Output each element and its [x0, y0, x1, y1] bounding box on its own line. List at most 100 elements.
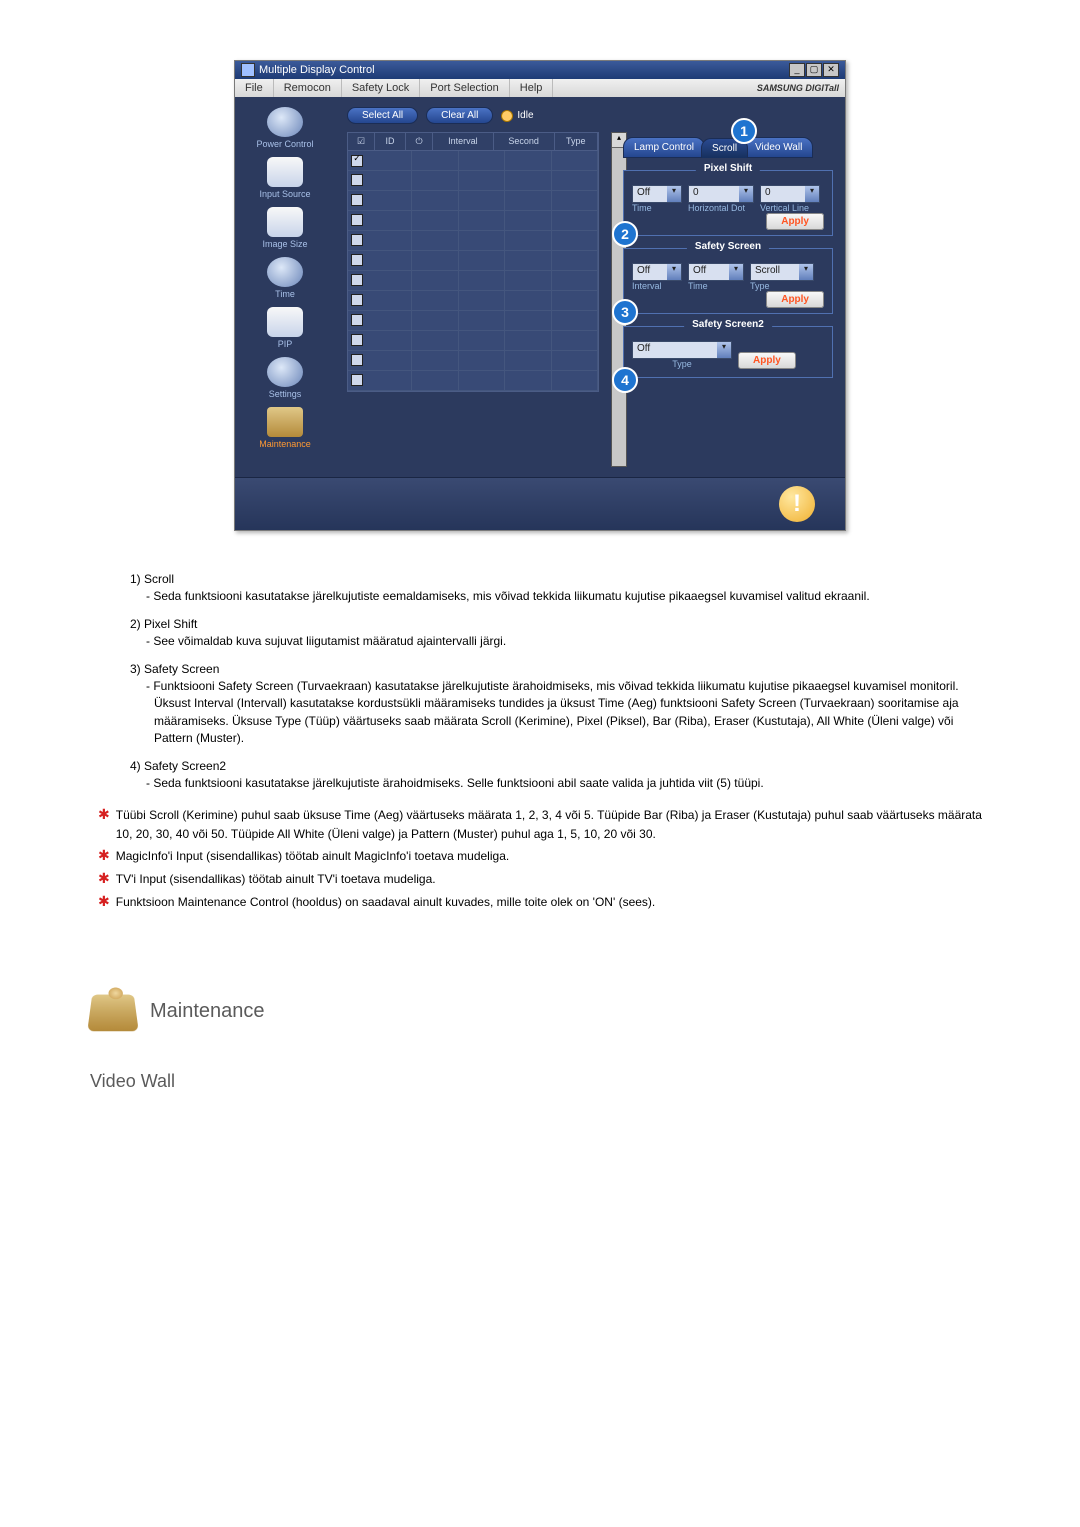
clear-all-button[interactable]: Clear All	[426, 107, 493, 124]
menu-file[interactable]: File	[235, 79, 274, 97]
doc-numbered-list: 1) Scroll- Seda funktsiooni kasutatakse …	[90, 571, 990, 792]
sidebar-label: Image Size	[262, 239, 307, 249]
tab-lamp[interactable]: Lamp Control	[623, 137, 705, 158]
maintenance-section-icon	[87, 995, 138, 1032]
tab-video-wall[interactable]: Video Wall	[744, 137, 813, 158]
warning-icon: !	[779, 486, 815, 522]
idle-indicator: Idle	[501, 110, 533, 122]
list-item-desc: - Seda funktsiooni kasutatakse järelkuju…	[130, 775, 990, 792]
grid-row[interactable]	[348, 171, 598, 191]
grid-header-check[interactable]: ☑	[348, 133, 375, 150]
window-title: Multiple Display Control	[259, 64, 375, 76]
grid-row[interactable]	[348, 231, 598, 251]
maintenance-icon	[267, 407, 303, 437]
power-icon	[267, 107, 303, 137]
image-icon	[267, 207, 303, 237]
field-label: Time	[632, 203, 682, 213]
safety-screen-legend: Safety Screen	[687, 241, 769, 252]
safety-screen2-group: Safety Screen2 Off▾ Type Apply 4	[623, 326, 833, 378]
grid-header-type: Type	[555, 133, 599, 150]
star-icon: ✱	[98, 806, 110, 843]
input-icon	[267, 157, 303, 187]
grid-header-second: Second	[494, 133, 555, 150]
chevron-down-icon: ▾	[805, 186, 819, 202]
pixel-shift-apply-button[interactable]: Apply	[766, 213, 824, 230]
note-text: Tüübi Scroll (Kerimine) puhul saab üksus…	[116, 806, 990, 843]
safety-type-select[interactable]: Scroll▾	[750, 263, 814, 281]
list-item-desc: - Funktsiooni Safety Screen (Turvaekraan…	[130, 678, 990, 748]
sidebar-item-settings[interactable]: Settings	[240, 357, 330, 399]
menu-port-selection[interactable]: Port Selection	[420, 79, 509, 97]
doc-notes: ✱Tüübi Scroll (Kerimine) puhul saab üksu…	[90, 806, 990, 911]
pixel-shift-vline-select[interactable]: 0▾	[760, 185, 820, 203]
star-icon: ✱	[98, 870, 110, 889]
select-all-button[interactable]: Select All	[347, 107, 418, 124]
sidebar-item-pip[interactable]: PIP	[240, 307, 330, 349]
app-icon	[241, 63, 255, 77]
safety-interval-select[interactable]: Off▾	[632, 263, 682, 281]
chevron-down-icon: ▾	[739, 186, 753, 202]
sidebar-item-input[interactable]: Input Source	[240, 157, 330, 199]
sidebar-label: Power Control	[256, 139, 313, 149]
field-label: Interval	[632, 281, 682, 291]
grid-row[interactable]	[348, 151, 598, 171]
safety2-type-select[interactable]: Off▾	[632, 341, 732, 359]
chevron-down-icon: ▾	[717, 342, 731, 358]
sidebar-label: PIP	[278, 339, 293, 349]
grid-row[interactable]	[348, 191, 598, 211]
grid-row[interactable]	[348, 271, 598, 291]
status-bar: !	[235, 477, 845, 530]
grid-row[interactable]	[348, 291, 598, 311]
field-label: Horizontal Dot	[688, 203, 754, 213]
list-item-desc: - See võimaldab kuva sujuvat liigutamist…	[130, 633, 990, 650]
maintenance-heading: Maintenance	[90, 991, 990, 1031]
safety-apply-button[interactable]: Apply	[766, 291, 824, 308]
callout-2: 2	[612, 221, 638, 247]
display-grid: ☑ ID ⏻ Interval Second Type	[347, 132, 599, 392]
callout-3: 3	[612, 299, 638, 325]
sidebar-item-time[interactable]: Time	[240, 257, 330, 299]
sidebar-item-image[interactable]: Image Size	[240, 207, 330, 249]
field-label: Type	[750, 281, 814, 291]
menu-safety-lock[interactable]: Safety Lock	[342, 79, 420, 97]
callout-4: 4	[612, 367, 638, 393]
sidebar: Power Control Input Source Image Size Ti…	[235, 97, 335, 477]
app-window: Multiple Display Control _ ▢ ✕ File Remo…	[234, 60, 846, 531]
maintenance-title: Maintenance	[150, 1000, 265, 1023]
grid-row[interactable]	[348, 211, 598, 231]
minimize-button[interactable]: _	[789, 63, 805, 77]
menu-help[interactable]: Help	[510, 79, 554, 97]
sidebar-label: Input Source	[259, 189, 310, 199]
settings-icon	[267, 357, 303, 387]
grid-row[interactable]	[348, 251, 598, 271]
pixel-shift-hdot-select[interactable]: 0▾	[688, 185, 754, 203]
close-button[interactable]: ✕	[823, 63, 839, 77]
safety-time-select[interactable]: Off▾	[688, 263, 744, 281]
sidebar-label: Time	[275, 289, 295, 299]
safety2-apply-button[interactable]: Apply	[738, 352, 796, 369]
sidebar-item-maintenance[interactable]: Maintenance	[240, 407, 330, 449]
list-item-title: 2) Pixel Shift	[130, 616, 990, 633]
field-label: Vertical Line	[760, 203, 820, 213]
sidebar-item-power[interactable]: Power Control	[240, 107, 330, 149]
grid-row[interactable]	[348, 351, 598, 371]
safety-screen-group: Safety Screen Off▾ Interval Off▾ Time	[623, 248, 833, 314]
chevron-down-icon: ▾	[667, 186, 681, 202]
time-icon	[267, 257, 303, 287]
maximize-button[interactable]: ▢	[806, 63, 822, 77]
chevron-down-icon: ▾	[799, 264, 813, 280]
note-text: MagicInfo'i Input (sisendallikas) töötab…	[116, 847, 509, 866]
grid-row[interactable]	[348, 371, 598, 391]
pip-icon	[267, 307, 303, 337]
pixel-shift-legend: Pixel Shift	[696, 163, 760, 174]
star-icon: ✱	[98, 893, 110, 912]
grid-row[interactable]	[348, 331, 598, 351]
callout-1: 1	[731, 118, 757, 144]
grid-row[interactable]	[348, 311, 598, 331]
star-icon: ✱	[98, 847, 110, 866]
menu-remocon[interactable]: Remocon	[274, 79, 342, 97]
idle-label: Idle	[517, 110, 533, 121]
list-item-title: 4) Safety Screen2	[130, 758, 990, 775]
safety-screen2-legend: Safety Screen2	[684, 319, 772, 330]
pixel-shift-time-select[interactable]: Off▾	[632, 185, 682, 203]
